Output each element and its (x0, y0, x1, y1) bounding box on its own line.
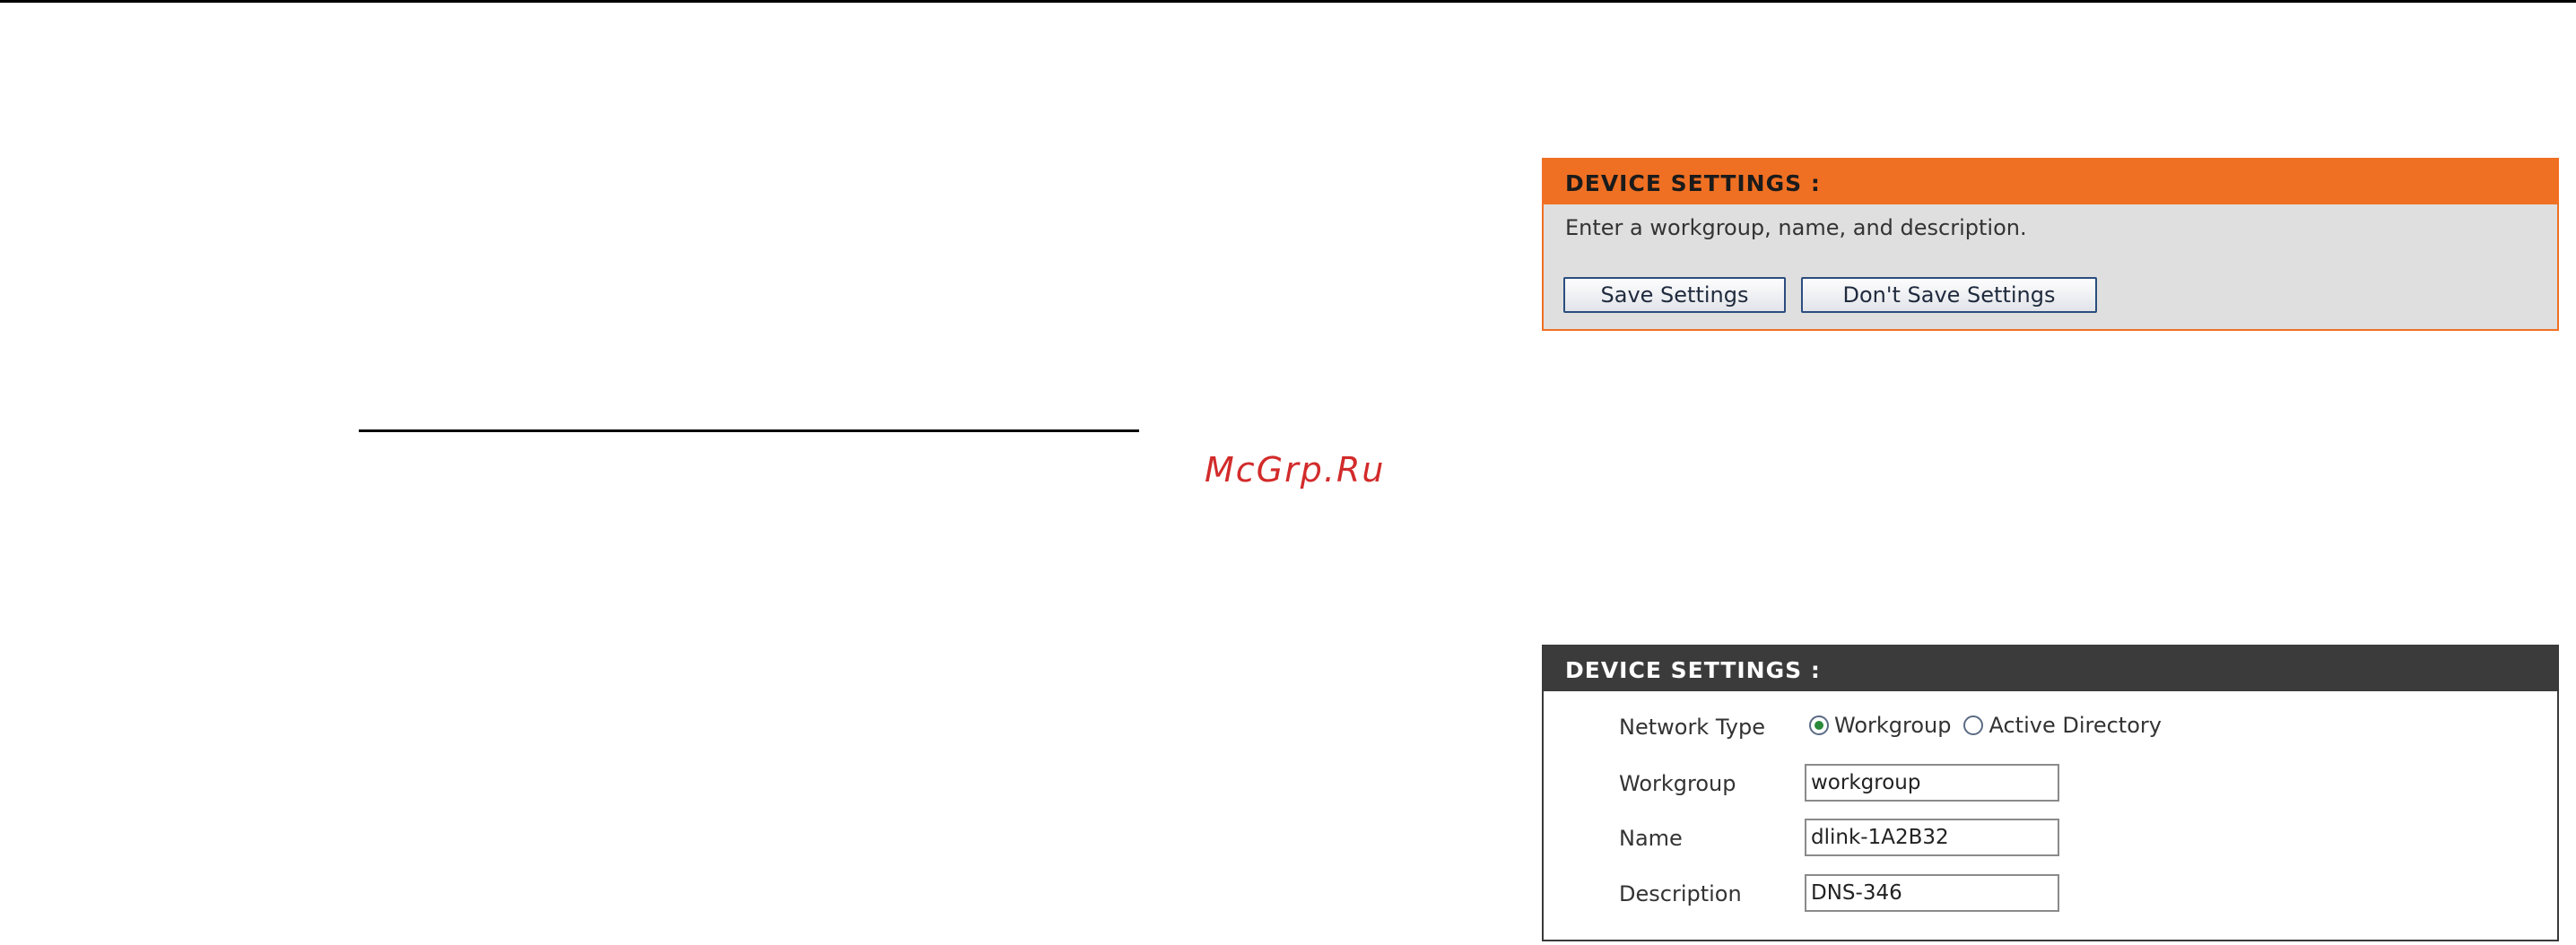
device-settings-form-panel: DEVICE SETTINGS : Network Type Workgroup… (1542, 645, 2559, 941)
description-input[interactable] (1805, 874, 2059, 912)
page-divider (359, 429, 1139, 432)
active-directory-radio[interactable] (1963, 715, 1984, 735)
name-input[interactable] (1805, 819, 2059, 856)
network-type-radio-group: Workgroup Active Directory (1809, 713, 2174, 738)
panel-header: DEVICE SETTINGS : (1544, 646, 2557, 691)
name-label: Name (1619, 826, 1683, 851)
active-directory-radio-label[interactable]: Active Directory (1989, 713, 2161, 738)
dont-save-settings-button[interactable]: Don't Save Settings (1801, 277, 2097, 313)
workgroup-label: Workgroup (1619, 771, 1736, 796)
save-settings-button[interactable]: Save Settings (1563, 277, 1786, 313)
description-label: Description (1619, 881, 1742, 906)
network-type-label: Network Type (1619, 715, 1765, 740)
radio-selected-dot (1815, 721, 1823, 730)
workgroup-radio-label[interactable]: Workgroup (1834, 713, 1951, 738)
panel-description: Enter a workgroup, name, and description… (1565, 215, 2027, 240)
workgroup-input[interactable] (1805, 764, 2059, 802)
watermark: McGrp.Ru (1205, 450, 1386, 490)
workgroup-radio[interactable] (1809, 715, 1829, 735)
top-divider (0, 0, 2576, 3)
panel-header: DEVICE SETTINGS : (1544, 160, 2557, 204)
device-settings-save-panel: DEVICE SETTINGS : Enter a workgroup, nam… (1542, 158, 2559, 331)
